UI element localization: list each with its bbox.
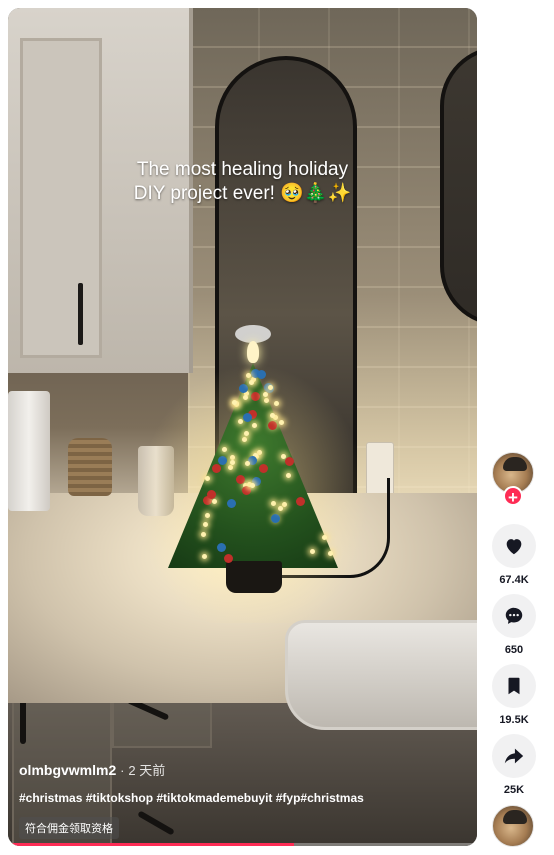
christmas-tree: [128, 323, 378, 623]
creator-avatar-wrap: +: [492, 452, 534, 507]
tree-light: [310, 548, 316, 554]
tree-light: [204, 476, 210, 482]
tree-bauble: [251, 391, 261, 401]
tree-light: [277, 505, 283, 511]
tree-light: [249, 482, 255, 488]
video-caption: The most healing holiday DIY project eve…: [8, 158, 477, 206]
tree-light: [246, 372, 252, 378]
tree-bauble: [206, 489, 216, 499]
share-icon: [504, 748, 524, 764]
hashtag-list[interactable]: #christmas #tiktokshop #tiktokmademebuyi…: [19, 791, 364, 805]
save-count: 19.5K: [499, 714, 529, 726]
tree-light: [252, 422, 258, 428]
video-frame: [8, 8, 477, 846]
comment-icon: [505, 607, 523, 624]
tree-pot: [226, 561, 282, 593]
tree-light: [269, 412, 275, 418]
tree-light: [273, 401, 279, 407]
follow-button[interactable]: +: [503, 486, 523, 507]
comment-action: 650: [492, 594, 536, 656]
share-action: 25K: [492, 734, 536, 796]
progress-track: [8, 843, 477, 846]
topper-light: [247, 341, 259, 363]
meta-separator: ·: [120, 763, 125, 778]
progress-fill: [8, 843, 295, 846]
video-player[interactable]: The most healing holiday DIY project eve…: [8, 8, 477, 846]
like-count: 67.4K: [499, 574, 529, 586]
angel-topper: [235, 323, 271, 365]
tree-light: [243, 431, 249, 437]
tree-bauble: [242, 412, 252, 422]
share-button[interactable]: [492, 734, 536, 778]
tree-light: [229, 459, 235, 465]
like-button[interactable]: [492, 524, 536, 568]
share-count: 25K: [503, 784, 525, 796]
caption-line-1: The most healing holiday: [136, 159, 349, 180]
tree-bauble: [258, 463, 268, 473]
post-time: 2 天前: [128, 763, 166, 778]
drawer-pull: [137, 810, 175, 836]
comment-count: 650: [504, 644, 524, 656]
paper-towel-roll: [8, 391, 50, 511]
tree-light: [285, 472, 291, 478]
save-action: 19.5K: [492, 664, 536, 726]
tree-light: [242, 394, 248, 400]
author-username[interactable]: olmbgvwmlm2: [19, 762, 116, 778]
tree-bauble: [235, 474, 245, 484]
author-info: olmbgvwmlm2 · 2 天前: [19, 760, 165, 779]
tree-light: [270, 500, 276, 506]
save-button[interactable]: [492, 664, 536, 708]
tree-light: [263, 397, 269, 403]
heart-icon: [506, 539, 522, 555]
tree-light: [281, 501, 287, 507]
tree-bauble: [216, 542, 226, 552]
door-pull: [20, 698, 26, 744]
like-action: 67.4K: [492, 524, 536, 586]
tree-light: [204, 512, 210, 518]
tree-light: [257, 449, 263, 455]
commission-badge: 符合佣金领取资格: [19, 817, 119, 839]
caption-line-2: DIY project ever! 🥹🎄✨: [133, 183, 352, 204]
bookmark-icon: [508, 677, 520, 695]
cabinet-handle: [78, 283, 83, 345]
music-disc-avatar[interactable]: [492, 805, 534, 847]
tree-bauble: [218, 455, 228, 465]
comment-button[interactable]: [492, 594, 536, 638]
progress-scrubber[interactable]: [8, 838, 477, 846]
woven-basket: [68, 438, 112, 496]
sink: [285, 620, 477, 730]
tree-bauble: [285, 456, 295, 466]
tree-bauble: [226, 499, 236, 508]
